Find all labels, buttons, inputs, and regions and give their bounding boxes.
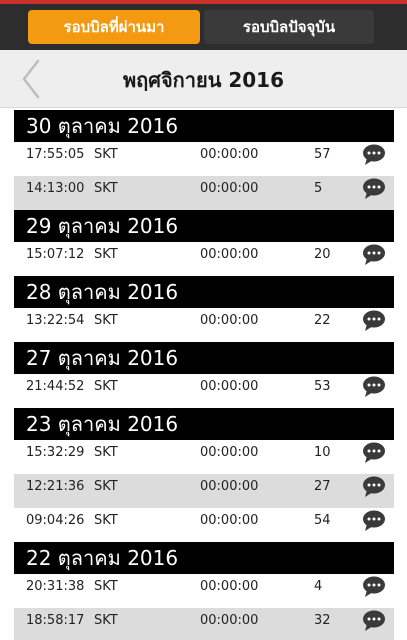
call-row[interactable]: 12:21:36 SKT 00:00:00 27 <box>14 474 394 508</box>
call-network: SKT <box>94 579 118 594</box>
call-count: 5 <box>314 181 323 196</box>
call-network: SKT <box>94 147 118 162</box>
call-time: 15:32:29 <box>26 445 85 460</box>
date-header: 22 ตุลาคม 2016 <box>14 542 394 574</box>
month-title: พฤศจิกายน 2016 <box>122 68 285 92</box>
call-duration: 00:00:00 <box>200 313 259 328</box>
call-duration: 00:00:00 <box>200 579 259 594</box>
call-network: SKT <box>94 313 118 328</box>
call-network: SKT <box>94 379 118 394</box>
call-count: 20 <box>314 247 331 262</box>
call-time: 12:21:36 <box>26 479 85 494</box>
call-duration: 00:00:00 <box>200 513 259 528</box>
call-row[interactable]: 15:07:12 SKT 00:00:00 20 <box>14 242 394 276</box>
call-time: 17:55:05 <box>26 147 85 162</box>
call-time: 20:31:38 <box>26 579 85 594</box>
call-row[interactable]: 18:58:17 SKT 00:00:00 32 <box>14 608 394 640</box>
call-duration: 00:00:00 <box>200 247 259 262</box>
call-count: 4 <box>314 579 323 594</box>
call-count: 27 <box>314 479 331 494</box>
tab-current-billing-cycle[interactable]: รอบบิลปัจจุบัน <box>204 10 374 44</box>
call-network: SKT <box>94 613 118 628</box>
call-row[interactable]: 21:44:52 SKT 00:00:00 53 <box>14 374 394 408</box>
call-time: 13:22:54 <box>26 313 85 328</box>
call-count: 57 <box>314 147 331 162</box>
call-time: 15:07:12 <box>26 247 85 262</box>
billing-cycle-tabs: รอบบิลที่ผ่านมา รอบบิลปัจจุบัน <box>0 4 407 50</box>
call-count: 32 <box>314 613 331 628</box>
chat-bubble-icon[interactable] <box>362 576 386 598</box>
call-duration: 00:00:00 <box>200 379 259 394</box>
call-count: 54 <box>314 513 331 528</box>
call-time: 21:44:52 <box>26 379 85 394</box>
call-row[interactable]: 13:22:54 SKT 00:00:00 22 <box>14 308 394 342</box>
chat-bubble-icon[interactable] <box>362 178 386 200</box>
call-time: 09:04:26 <box>26 513 85 528</box>
call-duration: 00:00:00 <box>200 613 259 628</box>
call-row[interactable]: 14:13:00 SKT 00:00:00 5 <box>14 176 394 210</box>
call-row[interactable]: 09:04:26 SKT 00:00:00 54 <box>14 508 394 542</box>
call-network: SKT <box>94 181 118 196</box>
call-time: 18:58:17 <box>26 613 85 628</box>
date-header: 30 ตุลาคม 2016 <box>14 110 394 142</box>
tab-past-billing-cycles[interactable]: รอบบิลที่ผ่านมา <box>28 10 200 44</box>
call-count: 22 <box>314 313 331 328</box>
chat-bubble-icon[interactable] <box>362 510 386 532</box>
call-duration: 00:00:00 <box>200 181 259 196</box>
chat-bubble-icon[interactable] <box>362 442 386 464</box>
call-row[interactable]: 20:31:38 SKT 00:00:00 4 <box>14 574 394 608</box>
call-duration: 00:00:00 <box>200 479 259 494</box>
call-duration: 00:00:00 <box>200 445 259 460</box>
date-header: 29 ตุลาคม 2016 <box>14 210 394 242</box>
month-navigation-bar: พฤศจิกายน 2016 <box>0 50 407 108</box>
chat-bubble-icon[interactable] <box>362 476 386 498</box>
call-count: 53 <box>314 379 331 394</box>
call-duration: 00:00:00 <box>200 147 259 162</box>
chat-bubble-icon[interactable] <box>362 144 386 166</box>
call-network: SKT <box>94 445 118 460</box>
call-network: SKT <box>94 479 118 494</box>
call-time: 14:13:00 <box>26 181 85 196</box>
chat-bubble-icon[interactable] <box>362 310 386 332</box>
date-header: 23 ตุลาคม 2016 <box>14 408 394 440</box>
chat-bubble-icon[interactable] <box>362 376 386 398</box>
call-count: 10 <box>314 445 331 460</box>
call-network: SKT <box>94 247 118 262</box>
call-history-list: 30 ตุลาคม 2016 17:55:05 SKT 00:00:00 57 14:13… <box>0 110 407 640</box>
date-header: 28 ตุลาคม 2016 <box>14 276 394 308</box>
chat-bubble-icon[interactable] <box>362 610 386 632</box>
date-header: 27 ตุลาคม 2016 <box>14 342 394 374</box>
call-network: SKT <box>94 513 118 528</box>
chat-bubble-icon[interactable] <box>362 244 386 266</box>
call-row[interactable]: 17:55:05 SKT 00:00:00 57 <box>14 142 394 176</box>
call-row[interactable]: 15:32:29 SKT 00:00:00 10 <box>14 440 394 474</box>
